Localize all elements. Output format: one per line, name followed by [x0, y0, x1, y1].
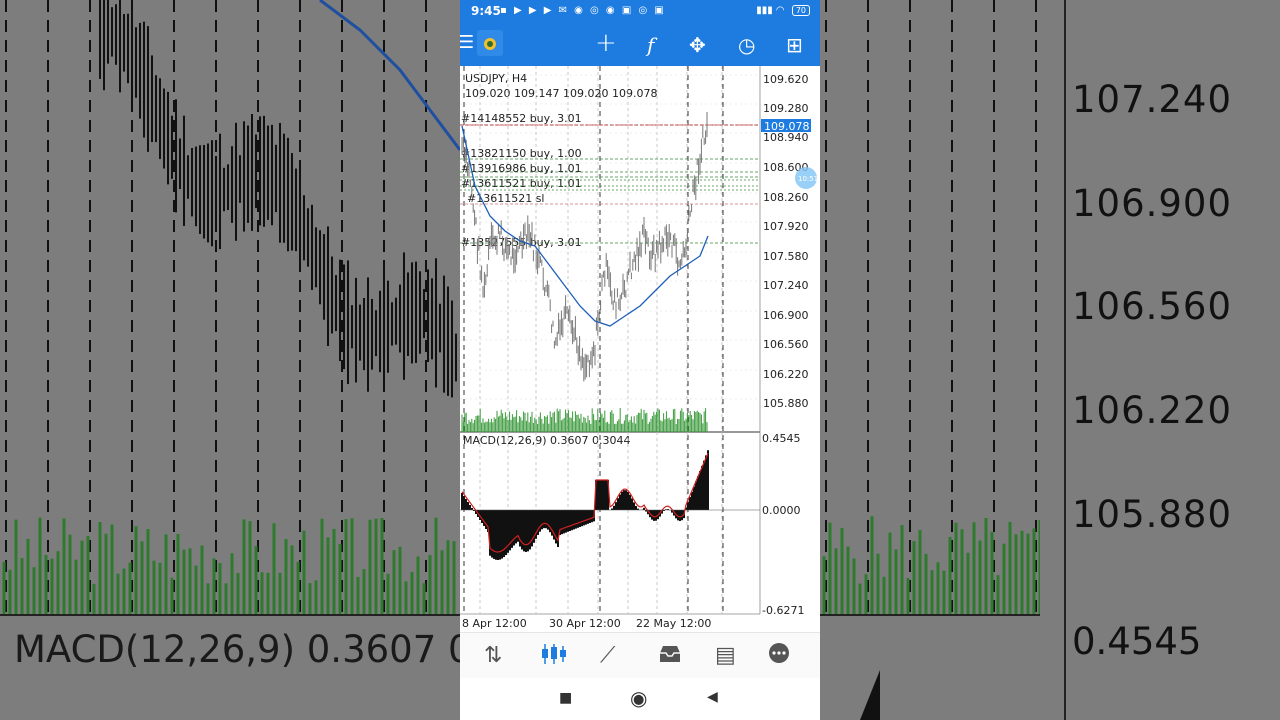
- order-label: #13611521 buy, 1.01: [461, 177, 582, 190]
- price-tick: 106.220: [763, 368, 809, 381]
- symbol-timeframe: USDJPY, H4: [465, 72, 527, 85]
- battery-icon: 70: [791, 5, 810, 16]
- inbox-icon: [660, 646, 680, 662]
- background-chart-left-svg: [0, 0, 460, 620]
- macd-label: MACD(12,26,9) 0.3607 0.3044: [463, 434, 631, 447]
- tab-trade-icon[interactable]: ⟋: [600, 643, 615, 668]
- chat-icon: [769, 643, 789, 663]
- tab-chart-icon[interactable]: [540, 642, 568, 672]
- price-chart-svg[interactable]: USDJPY, H4 109.020 109.147 109.020 109.0…: [460, 66, 820, 632]
- macd-tick: -0.6271: [762, 604, 804, 617]
- price-tick: 109.280: [763, 102, 809, 115]
- background-macd-label: MACD(12,26,9) 0.3607 0.: [14, 628, 460, 671]
- background-chart-right: 107.240 106.900 106.560 106.220 105.880 …: [820, 0, 1280, 720]
- ohlc-values: 109.020 109.147 109.020 109.078: [465, 87, 657, 100]
- time-label: 22 May 12:00: [636, 617, 711, 630]
- tab-news-icon[interactable]: ▤: [715, 643, 736, 668]
- tab-history-icon[interactable]: [657, 643, 683, 671]
- recent-apps-icon[interactable]: ■: [559, 690, 572, 706]
- period-icon[interactable]: ◷: [738, 33, 755, 57]
- background-price-label: 105.880: [1072, 493, 1233, 536]
- order-label: #13821150 buy, 1.00: [461, 147, 582, 160]
- background-chart-left: MACD(12,26,9) 0.3607 0.: [0, 0, 460, 720]
- time-label: 8 Apr 12:00: [462, 617, 527, 630]
- price-tick: 107.580: [763, 250, 809, 263]
- new-order-icon[interactable]: ⊞: [786, 33, 803, 57]
- time-label: 30 Apr 12:00: [549, 617, 621, 630]
- toolbar: ☰ + f ✥ ◷ ⊞: [460, 24, 820, 66]
- macd-tick: 0.4545: [762, 432, 801, 445]
- phone-screen: 9:45 ▪ ▶ ▶ ▶ ✉ ◉ ◎ ◉ ▣ ◎ ▣ ▮▮▮ ◠ 70 ☰ + …: [460, 0, 820, 720]
- tab-chat-icon[interactable]: [766, 642, 792, 672]
- price-tick: 108.260: [763, 191, 809, 204]
- order-label: #13916986 buy, 1.01: [461, 162, 582, 175]
- background-price-label: 106.560: [1072, 285, 1233, 328]
- background-price-label: 106.900: [1072, 182, 1233, 225]
- price-tick: 107.920: [763, 220, 809, 233]
- menu-icon[interactable]: ☰: [460, 32, 474, 53]
- price-tick: 109.620: [763, 73, 809, 86]
- time-badge-text: 10:51: [798, 175, 818, 183]
- app-logo-svg: [484, 38, 496, 50]
- background-price-label: 107.240: [1072, 78, 1233, 121]
- candles-icon: [542, 644, 566, 664]
- signal-icon: ▮▮▮ ◠: [756, 5, 785, 16]
- home-icon[interactable]: ◉: [630, 686, 647, 710]
- price-tick: 107.240: [763, 279, 809, 292]
- status-time: 9:45: [471, 4, 501, 18]
- macd-tick: 0.0000: [762, 504, 801, 517]
- android-nav-bar: ■ ◉ ◀: [460, 678, 820, 720]
- price-tick: 105.880: [763, 397, 809, 410]
- bottom-tab-bar: ⇅ ⟋ ▤: [460, 632, 820, 679]
- order-label: #14148552 buy, 3.01: [461, 112, 582, 125]
- status-bar: 9:45 ▪ ▶ ▶ ▶ ✉ ◉ ◎ ◉ ▣ ◎ ▣ ▮▮▮ ◠ 70: [460, 0, 820, 24]
- crosshair-icon[interactable]: +: [595, 28, 617, 58]
- chart-area[interactable]: USDJPY, H4 109.020 109.147 109.020 109.0…: [460, 66, 820, 632]
- price-tick: 106.900: [763, 309, 809, 322]
- function-icon[interactable]: f: [647, 33, 654, 57]
- objects-icon[interactable]: ✥: [689, 33, 706, 57]
- tab-quotes-icon[interactable]: ⇅: [484, 643, 502, 668]
- background-macd-value: 0.4545: [1072, 620, 1202, 663]
- notification-icons: ▪ ▶ ▶ ▶ ✉ ◉ ◎ ◉ ▣ ◎ ▣: [500, 5, 666, 16]
- current-price-value: 109.078: [764, 120, 810, 133]
- price-tick: 106.560: [763, 338, 809, 351]
- background-macd-fragment: [860, 670, 880, 720]
- status-right: ▮▮▮ ◠ 70: [756, 5, 810, 16]
- app-logo-icon: [477, 30, 503, 56]
- background-price-label: 106.220: [1072, 389, 1233, 432]
- back-icon[interactable]: ◀: [707, 689, 718, 705]
